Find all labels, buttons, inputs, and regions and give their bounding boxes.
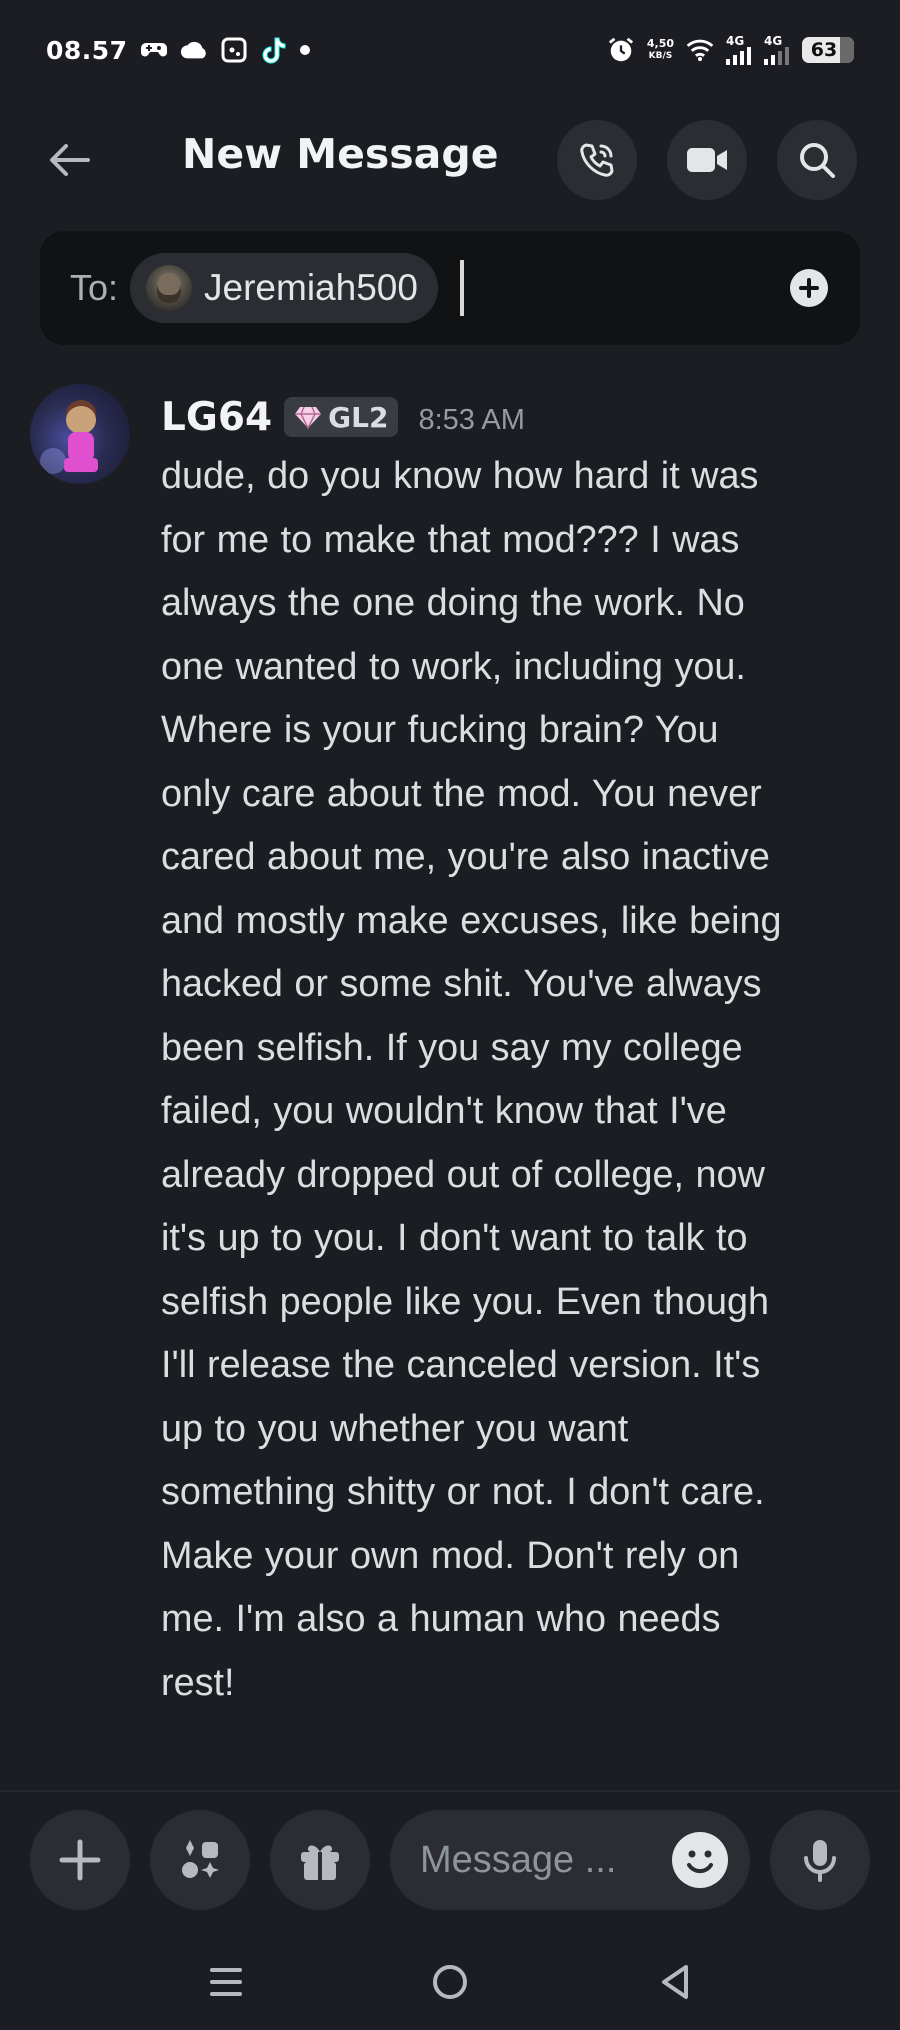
microphone-icon [804,1840,836,1882]
message-composer [0,1810,900,1910]
alarm-icon [607,36,635,64]
network-speed: 4,50 KB/S [647,38,674,62]
apps-button[interactable] [150,1810,250,1910]
message-line: always the one doing the work. No [161,582,745,624]
avatar-figure-legs [64,458,98,472]
video-call-button[interactable] [667,120,747,200]
message-line: failed, you wouldn't know that I've [161,1090,727,1132]
more-notifications-dot [299,45,310,55]
message-line: hacked or some shit. You've always [161,963,762,1005]
back-triangle-icon [662,1965,688,1999]
guild-tag-label: GL2 [328,400,389,434]
apps-icon [182,1840,219,1878]
menu-lines-icon [210,1968,242,1996]
network-speed-unit: KB/S [648,51,673,61]
avatar-figure-head [66,406,96,434]
message-line: selfish people like you. Even though [161,1280,770,1323]
notification-app-icon [220,36,248,64]
page-title: New Message [182,130,499,178]
message-body: dude, do you know how hard it was for me… [161,445,900,1715]
signal-1: 4G [726,35,752,65]
system-navigation-bar [0,1940,900,2020]
signal-bars-weak-icon [764,47,789,65]
diamond-icon [295,406,322,429]
tiktok-icon [260,36,288,64]
battery-level: 63 [810,39,838,61]
phone-icon [580,143,614,177]
attach-button[interactable] [30,1810,130,1910]
battery-empty-portion [840,37,854,63]
recipient-bar[interactable]: To: Jeremiah500 [40,231,860,345]
message-line: already dropped out of college, now [161,1153,765,1196]
recipient-name: Jeremiah500 [204,267,418,308]
signal-bars-icon [726,47,751,65]
home-circle-icon [433,1965,467,1999]
text-cursor [459,260,464,316]
back-arrow-icon [50,144,90,176]
message-line: been selfish. If you say my college [161,1026,743,1069]
plus-icon [799,278,819,298]
message-line: Where is your fucking brain? You [161,709,719,751]
status-right: 4,50 KB/S 4G 4G 63 [607,35,854,65]
username[interactable]: LG64 [161,395,272,440]
message-line: Make your own mod. Don't rely on [161,1534,740,1577]
video-camera-icon [687,148,727,172]
message-line: it's up to you. I don't want to talk to [161,1217,748,1259]
recipient-chip[interactable]: Jeremiah500 [130,253,438,323]
message-line: one wanted to work, including you. [161,645,746,688]
smile-icon [687,1850,713,1873]
message-line: only care about the mod. You never [161,772,762,815]
message-header: LG64 GL2 8:53 AM [161,392,525,442]
message-line: dude, do you know how hard it was [161,455,759,497]
gift-button[interactable] [270,1810,370,1910]
message-line: I'll release the canceled version. It's [161,1344,761,1386]
avatar-glow [40,448,66,474]
plus-icon [59,1839,101,1881]
cloud-icon [180,36,208,64]
message-line: me. I'm also a human who needs [161,1598,721,1640]
wifi-icon [686,36,714,64]
search-icon [800,143,835,178]
message-line: rest! [161,1661,235,1704]
network-speed-value: 4,50 [646,37,674,50]
recent-apps-button[interactable] [196,1952,256,2012]
message-line: cared about me, you're also inactive [161,836,770,878]
signal-1-label: 4G [726,34,745,48]
game-controller-icon [140,36,168,64]
signal-2: 4G [764,35,790,65]
status-bar: 08.57 4,50 KB/S 4G 4G 63 [0,0,900,100]
signal-2-label: 4G [764,34,783,48]
status-time: 08.57 [46,35,128,65]
guild-tag[interactable]: GL2 [284,397,399,437]
voice-message-button[interactable] [770,1810,870,1910]
add-recipient-button[interactable] [790,269,828,307]
header: New Message [0,110,900,210]
home-button[interactable] [420,1952,480,2012]
message-input[interactable] [420,1838,640,1882]
message-line: for me to make that mod??? I was [161,518,740,561]
gift-icon [301,1845,339,1880]
message-timestamp: 8:53 AM [418,403,525,436]
message-input-container[interactable] [390,1810,750,1910]
message-line: up to you whether you want [161,1407,629,1450]
message-line: and mostly make excuses, like being [161,899,782,942]
status-left: 08.57 [46,36,310,65]
to-label: To: [70,267,119,308]
back-button[interactable] [40,134,100,186]
recipient-avatar [146,265,193,311]
emoji-button[interactable] [672,1832,728,1888]
message-line: something shitty or not. I don't care. [161,1471,765,1513]
battery-indicator: 63 [802,37,854,63]
composer-divider [0,1790,900,1792]
search-button[interactable] [777,120,857,200]
avatar[interactable] [30,384,130,484]
voice-call-button[interactable] [557,120,637,200]
system-back-button[interactable] [645,1952,705,2012]
